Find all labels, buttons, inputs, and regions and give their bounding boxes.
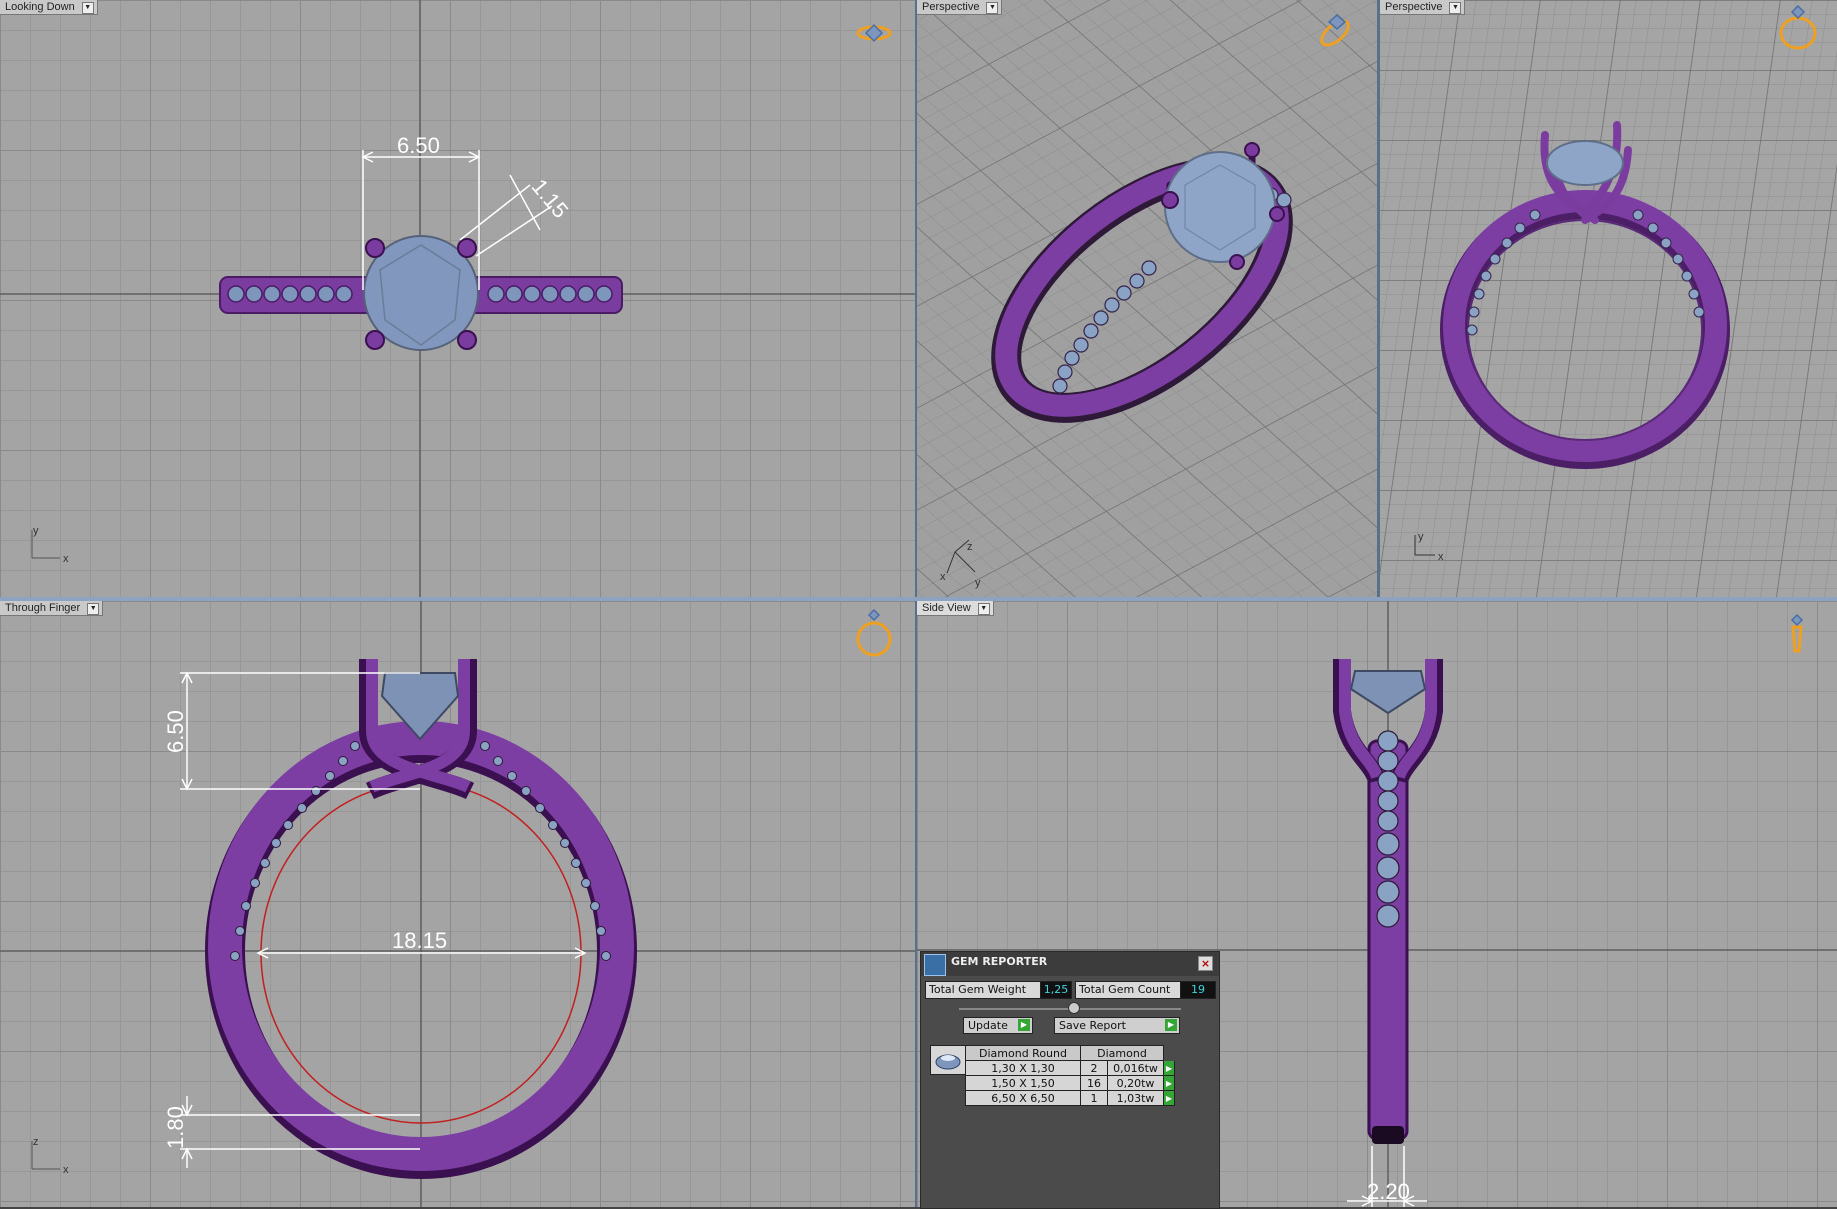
viewport-menu-looking-down[interactable]: Looking Down ▼ (0, 0, 98, 15)
play-icon: ▶ (1018, 1019, 1030, 1031)
viewport-menu-through-finger[interactable]: Through Finger ▼ (0, 601, 104, 616)
axis-label-y: y (975, 577, 981, 589)
splitter-handle-icon[interactable] (1068, 1002, 1080, 1014)
perspective-2-scene: y x (1380, 0, 1837, 597)
looking-down-scene: 6.50 1.15 y x (0, 0, 915, 597)
row-weight: 0,20tw (1107, 1075, 1164, 1091)
viewport-perspective-1[interactable]: z x y Perspective ▼ (917, 0, 1377, 597)
axis-label-x: x (1438, 551, 1444, 563)
view-orientation-icon[interactable] (1790, 613, 1804, 653)
axis-label-z: z (33, 1136, 39, 1148)
table-row[interactable]: 1,50 X 1,50 16 0,20tw ▶ (965, 1075, 1175, 1091)
close-icon[interactable]: × (1198, 956, 1213, 971)
total-gem-weight-value: 1,25 (1040, 981, 1072, 999)
dim-prong-label: 1.15 (527, 174, 574, 223)
gem-reporter-titlebar[interactable]: GEM REPORTER × (921, 952, 1219, 976)
update-button[interactable]: Update ▶ (963, 1017, 1033, 1034)
dim-head-height-label: 6.50 (163, 710, 188, 753)
update-button-label: Update (968, 1019, 1008, 1032)
viewport-title: Side View (922, 602, 971, 614)
row-count: 16 (1080, 1075, 1108, 1091)
viewport-title: Perspective (1385, 1, 1443, 13)
axis-label-z: z (967, 541, 973, 553)
dim-shank-label: 1.80 (163, 1106, 188, 1149)
viewport-title: Through Finger (5, 602, 81, 614)
dim-shank-width-label: 2.20 (1367, 1179, 1410, 1204)
through-finger-scene: 6.50 18.15 1.80 z x (0, 601, 915, 1207)
header-shape: Diamond Round (965, 1045, 1081, 1061)
dim-width-label: 6.50 (397, 133, 440, 158)
chevron-down-icon[interactable]: ▼ (87, 603, 100, 615)
row-count: 2 (1080, 1060, 1108, 1076)
total-gem-count-label: Total Gem Count (1075, 981, 1183, 999)
view-orientation-icon[interactable] (856, 608, 892, 657)
chevron-down-icon[interactable]: ▼ (986, 2, 999, 14)
axis-label-y: y (33, 525, 39, 537)
gem-reporter-logo-icon (924, 954, 946, 976)
gem-reporter-panel: GEM REPORTER × Total Gem Weight 1,25 Tot… (920, 951, 1220, 1209)
table-row[interactable]: 1,30 X 1,30 2 0,016tw ▶ (965, 1060, 1175, 1076)
chevron-down-icon[interactable]: ▼ (1449, 2, 1462, 14)
table-row[interactable]: 6,50 X 6,50 1 1,03tw ▶ (965, 1090, 1175, 1106)
save-report-label: Save Report (1059, 1019, 1126, 1032)
center-stone-perspective-2 (1546, 140, 1624, 186)
header-material: Diamond (1080, 1045, 1164, 1061)
total-gem-weight-label: Total Gem Weight (925, 981, 1043, 999)
center-stone-perspective-1 (1164, 151, 1276, 263)
row-weight: 1,03tw (1107, 1090, 1164, 1106)
row-count: 1 (1080, 1090, 1108, 1106)
viewport-divider-vertical-2[interactable] (1377, 0, 1380, 597)
row-select-icon[interactable]: ▶ (1163, 1090, 1175, 1106)
viewport-menu-side-view[interactable]: Side View ▼ (917, 601, 994, 616)
total-gem-count-value: 19 (1180, 981, 1216, 999)
viewport-divider-horizontal[interactable] (0, 597, 1837, 601)
viewport-title: Looking Down (5, 1, 75, 13)
axis-label-y: y (1418, 531, 1424, 543)
gem-shape-icon (930, 1045, 966, 1075)
gem-table: Diamond Round Diamond 1,30 X 1,30 2 0,01… (965, 1045, 1175, 1106)
viewport-looking-down[interactable]: 6.50 1.15 y x Looking Down ▼ (0, 0, 915, 597)
dim-inner-diameter-label: 18.15 (392, 928, 447, 953)
viewport-through-finger[interactable]: 6.50 18.15 1.80 z x Through Finger ▼ (0, 601, 915, 1207)
row-weight: 0,016tw (1107, 1060, 1164, 1076)
axis-label-x: x (940, 571, 946, 583)
row-select-icon[interactable]: ▶ (1163, 1075, 1175, 1091)
row-size: 1,30 X 1,30 (965, 1060, 1081, 1076)
chevron-down-icon[interactable]: ▼ (81, 2, 94, 14)
viewport-perspective-2[interactable]: y x Perspective ▼ (1380, 0, 1837, 597)
gem-reporter-title: GEM REPORTER (951, 955, 1048, 968)
viewport-menu-perspective-2[interactable]: Perspective ▼ (1380, 0, 1466, 15)
row-select-icon[interactable]: ▶ (1163, 1060, 1175, 1076)
chevron-down-icon[interactable]: ▼ (977, 603, 990, 615)
row-size: 6,50 X 6,50 (965, 1090, 1081, 1106)
row-size: 1,50 X 1,50 (965, 1075, 1081, 1091)
viewport-divider-vertical[interactable] (915, 0, 917, 1207)
center-stone-side-view (1349, 670, 1427, 715)
perspective-1-scene: z x y (917, 0, 1377, 597)
table-header-row: Diamond Round Diamond (965, 1045, 1175, 1061)
axis-label-x: x (63, 1164, 69, 1176)
save-report-button[interactable]: Save Report ▶ (1054, 1017, 1180, 1034)
viewport-title: Perspective (922, 1, 980, 13)
axis-label-x: x (63, 553, 69, 565)
viewport-menu-perspective-1[interactable]: Perspective ▼ (917, 0, 1003, 15)
play-icon: ▶ (1165, 1019, 1177, 1031)
